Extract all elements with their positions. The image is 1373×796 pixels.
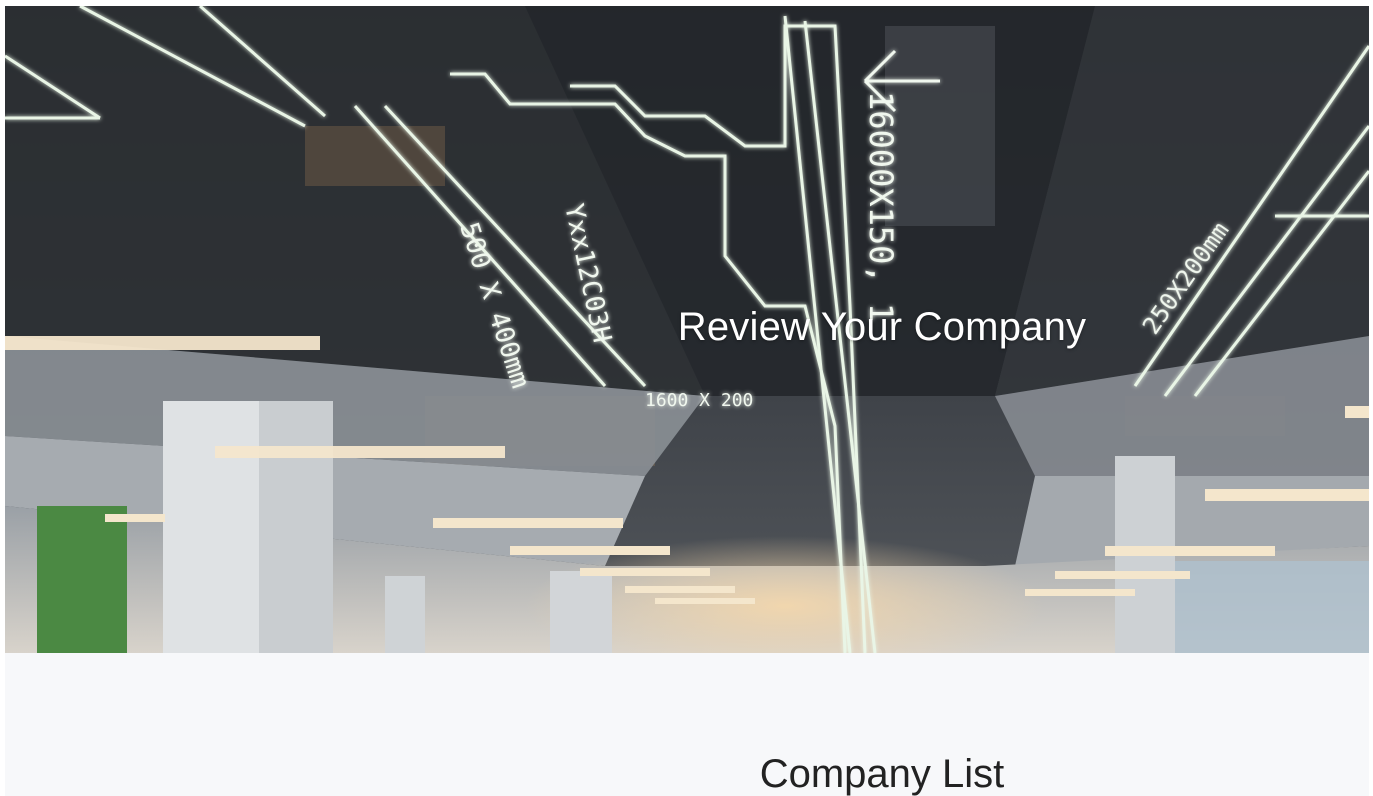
hero-title: Review Your Company xyxy=(677,304,1087,349)
company-list-title: Company List xyxy=(759,752,1005,796)
ceiling-label-5: 1600 X 200 xyxy=(645,390,753,411)
ceiling-label-3: 16000X150, 1 xyxy=(862,91,900,322)
company-list-section: Company List xyxy=(5,653,1369,796)
hero-banner: 500 X 400mm Yxx12C03H 16000X150, 1 250X2… xyxy=(5,6,1369,653)
page: 500 X 400mm Yxx12C03H 16000X150, 1 250X2… xyxy=(0,0,1373,796)
